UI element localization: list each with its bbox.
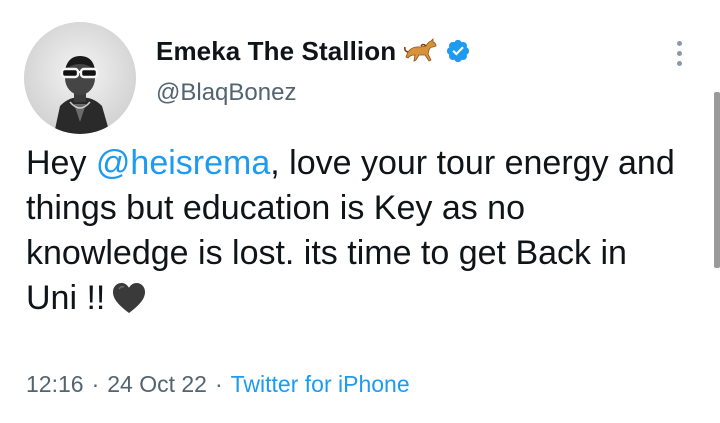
black-heart-icon (111, 281, 147, 327)
name-row: Emeka The Stallion (156, 34, 471, 68)
meta-separator-2: · (214, 371, 223, 397)
tweet-card: Emeka The Stallion @BlaqBonez Hey @heisr… (0, 0, 720, 423)
tweet-text: Hey @heisrema, love your tour energy and… (26, 141, 676, 327)
horse-icon (404, 38, 438, 64)
verified-badge-icon (445, 38, 471, 64)
avatar[interactable] (24, 22, 136, 134)
handle[interactable]: @BlaqBonez (156, 79, 471, 107)
more-vertical-icon (676, 40, 682, 46)
display-name[interactable]: Emeka The Stallion (156, 36, 396, 67)
scrollbar-thumb[interactable] (714, 92, 720, 268)
meta-separator: · (91, 371, 100, 397)
more-options-button[interactable] (664, 36, 694, 70)
tweet-meta: 12:16 · 24 Oct 22 · Twitter for iPhone (26, 371, 410, 398)
tweet-time[interactable]: 12:16 (26, 371, 84, 398)
author-block: Emeka The Stallion @BlaqBonez (156, 34, 471, 107)
tweet-source-link[interactable]: Twitter for iPhone (231, 371, 410, 398)
tweet-text-start: Hey (26, 144, 96, 182)
tweet-date[interactable]: 24 Oct 22 (107, 371, 207, 398)
avatar-image (24, 22, 136, 134)
mention-link[interactable]: @heisrema (96, 144, 270, 182)
more-vertical-icon-dot (676, 50, 682, 56)
more-vertical-icon-dot (676, 60, 682, 66)
